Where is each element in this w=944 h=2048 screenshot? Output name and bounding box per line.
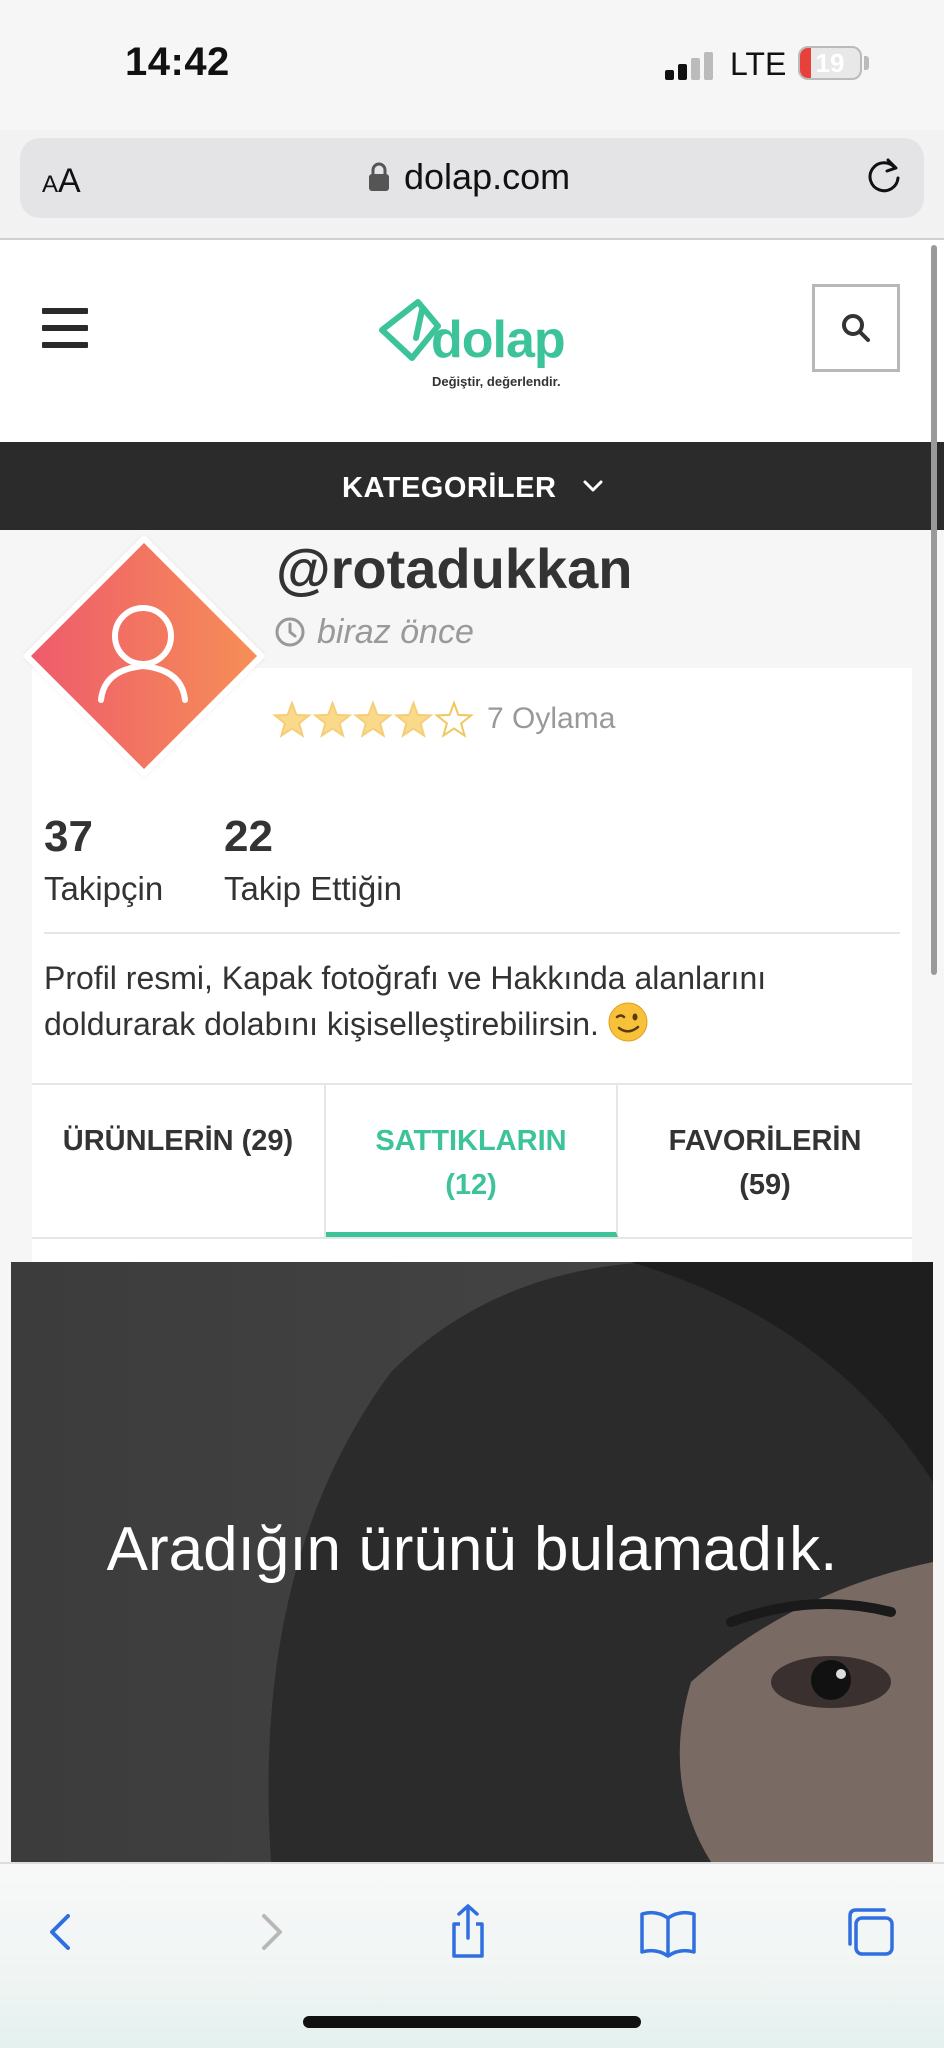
star-filled-icon [393,700,434,738]
category-label: KATEGORİLER [342,472,557,504]
search-button[interactable] [812,284,900,372]
clock-icon [275,617,305,647]
wink-emoji-icon [608,1002,648,1042]
tabs-icon[interactable] [840,1902,900,1962]
tab-sold[interactable]: SATTIKLARIN (12) [326,1085,618,1237]
browser-toolbar [0,1862,944,2048]
scrollbar[interactable] [931,245,937,975]
lock-icon [369,162,389,191]
star-filled-icon [272,700,312,738]
menu-icon[interactable] [42,308,88,348]
battery-cap [864,56,869,70]
tab-label-count: (59) [739,1169,791,1201]
logo-tagline: Değiştir, değerlendir. [432,374,561,389]
share-icon[interactable] [438,1902,498,1962]
divider [44,932,900,934]
battery-icon: 19 [798,46,862,80]
forward-icon[interactable] [240,1902,300,1962]
followers-label[interactable]: Takipçin [44,870,163,908]
battery-level: 19 [815,48,845,78]
text-size-button[interactable]: AA [42,162,81,201]
web-page: dolap Değiştir, değerlendir. KATEGORİLER… [0,240,944,1862]
status-time: 14:42 [125,40,230,84]
bookmarks-icon[interactable] [638,1902,698,1962]
user-icon [98,605,188,703]
home-indicator[interactable] [303,2016,641,2028]
chevron-down-icon [583,480,603,492]
tab-label: FAVORİLERİN [668,1125,862,1157]
profile-hint-text: Profil resmi, Kapak fotoğrafı ve Hakkınd… [44,960,767,1042]
network-label: LTE [730,46,787,82]
star-filled-icon [312,700,353,738]
tab-products[interactable]: ÜRÜNLERİN (29) [32,1085,326,1237]
star-filled-icon [353,700,393,738]
search-icon [842,314,870,342]
rating-stars [272,700,474,738]
tab-favorites[interactable]: FAVORİLERİN (59) [618,1085,912,1237]
profile-tabs: ÜRÜNLERİN (29) SATTIKLARIN (12) FAVORİLE… [32,1083,912,1239]
back-icon[interactable] [32,1902,92,1962]
following-count[interactable]: 22 [224,812,273,862]
empty-state-banner: Aradığın ürünü bulamadık. [11,1262,933,1862]
star-empty-icon [434,700,474,738]
rating-count[interactable]: 7 Oylama [487,702,615,736]
username: @rotadukkan [276,537,633,600]
signal-icon [665,50,715,80]
tab-label: SATTIKLARIN [375,1125,567,1157]
followers-count[interactable]: 37 [44,812,93,862]
last-seen: biraz önce [317,613,474,651]
tab-label: ÜRÜNLERİN (29) [62,1125,294,1157]
tab-label-count: (12) [445,1169,497,1201]
profile-hint: Profil resmi, Kapak fotoğrafı ve Hakkınd… [44,956,900,1047]
reload-icon[interactable] [864,156,904,196]
empty-state-message: Aradığın ürünü bulamadık. [106,1515,838,1584]
following-label[interactable]: Takip Ettiğin [224,870,402,908]
logo-wordmark: dolap [431,311,566,369]
url-text[interactable]: dolap.com [404,156,570,198]
category-bar[interactable]: KATEGORİLER [0,442,944,530]
